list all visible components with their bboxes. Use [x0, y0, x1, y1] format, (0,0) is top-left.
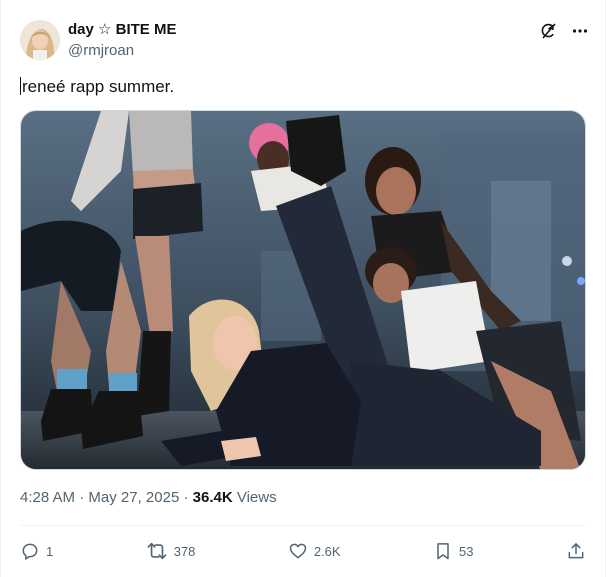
bookmark-count: 53 — [459, 543, 474, 559]
tweet-time[interactable]: 4:28 AM — [20, 489, 75, 506]
views-count: 36.4K — [192, 489, 233, 506]
grok-icon[interactable] — [537, 20, 559, 42]
tweet-media[interactable] — [20, 110, 586, 470]
retweet-count: 378 — [173, 543, 196, 559]
meta-separator: · — [79, 489, 85, 506]
meta-separator-2: · — [183, 489, 189, 506]
more-icon[interactable] — [569, 20, 591, 42]
reply-button[interactable]: 1 — [20, 541, 53, 561]
like-button[interactable]: 2.6K — [288, 541, 341, 561]
tweet-header: day ☆ BITE ME @rmjroan — [20, 18, 591, 62]
bookmark-button[interactable]: 53 — [433, 541, 474, 561]
share-icon — [568, 543, 584, 559]
tweet-date[interactable]: May 27, 2025 — [88, 489, 179, 506]
reply-icon — [22, 543, 38, 560]
reply-count: 1 — [46, 543, 54, 559]
tweet-container: day ☆ BITE ME @rmjroan reneé rapp summer… — [0, 0, 606, 577]
divider — [20, 525, 586, 526]
bookmark-icon — [437, 543, 449, 560]
like-count: 2.6K — [313, 543, 341, 559]
media-photo — [21, 111, 585, 469]
display-name[interactable]: day ☆ BITE ME — [68, 20, 176, 40]
name-block: day ☆ BITE ME @rmjroan — [68, 20, 176, 61]
tweet-meta: 4:28 AM · May 27, 2025 · 36.4K Views — [20, 489, 277, 506]
avatar[interactable] — [20, 20, 60, 60]
tweet-text: reneé rapp summer. — [22, 77, 175, 96]
share-button[interactable] — [566, 541, 586, 561]
heart-icon — [289, 543, 307, 559]
text-cursor — [20, 77, 21, 95]
retweet-button[interactable]: 378 — [146, 541, 196, 561]
action-bar: 1 378 2.6K 53 — [20, 538, 586, 564]
views-label: Views — [236, 489, 277, 506]
handle[interactable]: @rmjroan — [68, 41, 176, 61]
retweet-icon — [147, 542, 167, 560]
avatar-image — [20, 20, 60, 60]
tweet-text-container: reneé rapp summer. — [20, 76, 174, 98]
header-icons — [537, 20, 591, 42]
